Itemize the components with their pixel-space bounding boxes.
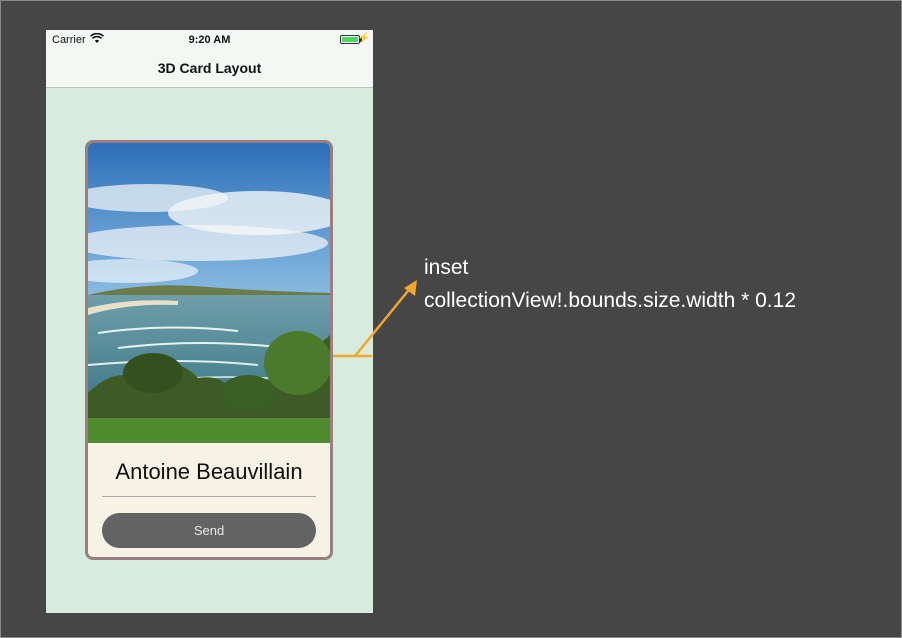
annotation-formula: collectionView!.bounds.size.width * 0.12	[424, 289, 797, 312]
inset-arrow-shaft	[354, 285, 413, 357]
inset-arrow	[333, 280, 417, 358]
annotation-label: inset	[424, 256, 469, 279]
